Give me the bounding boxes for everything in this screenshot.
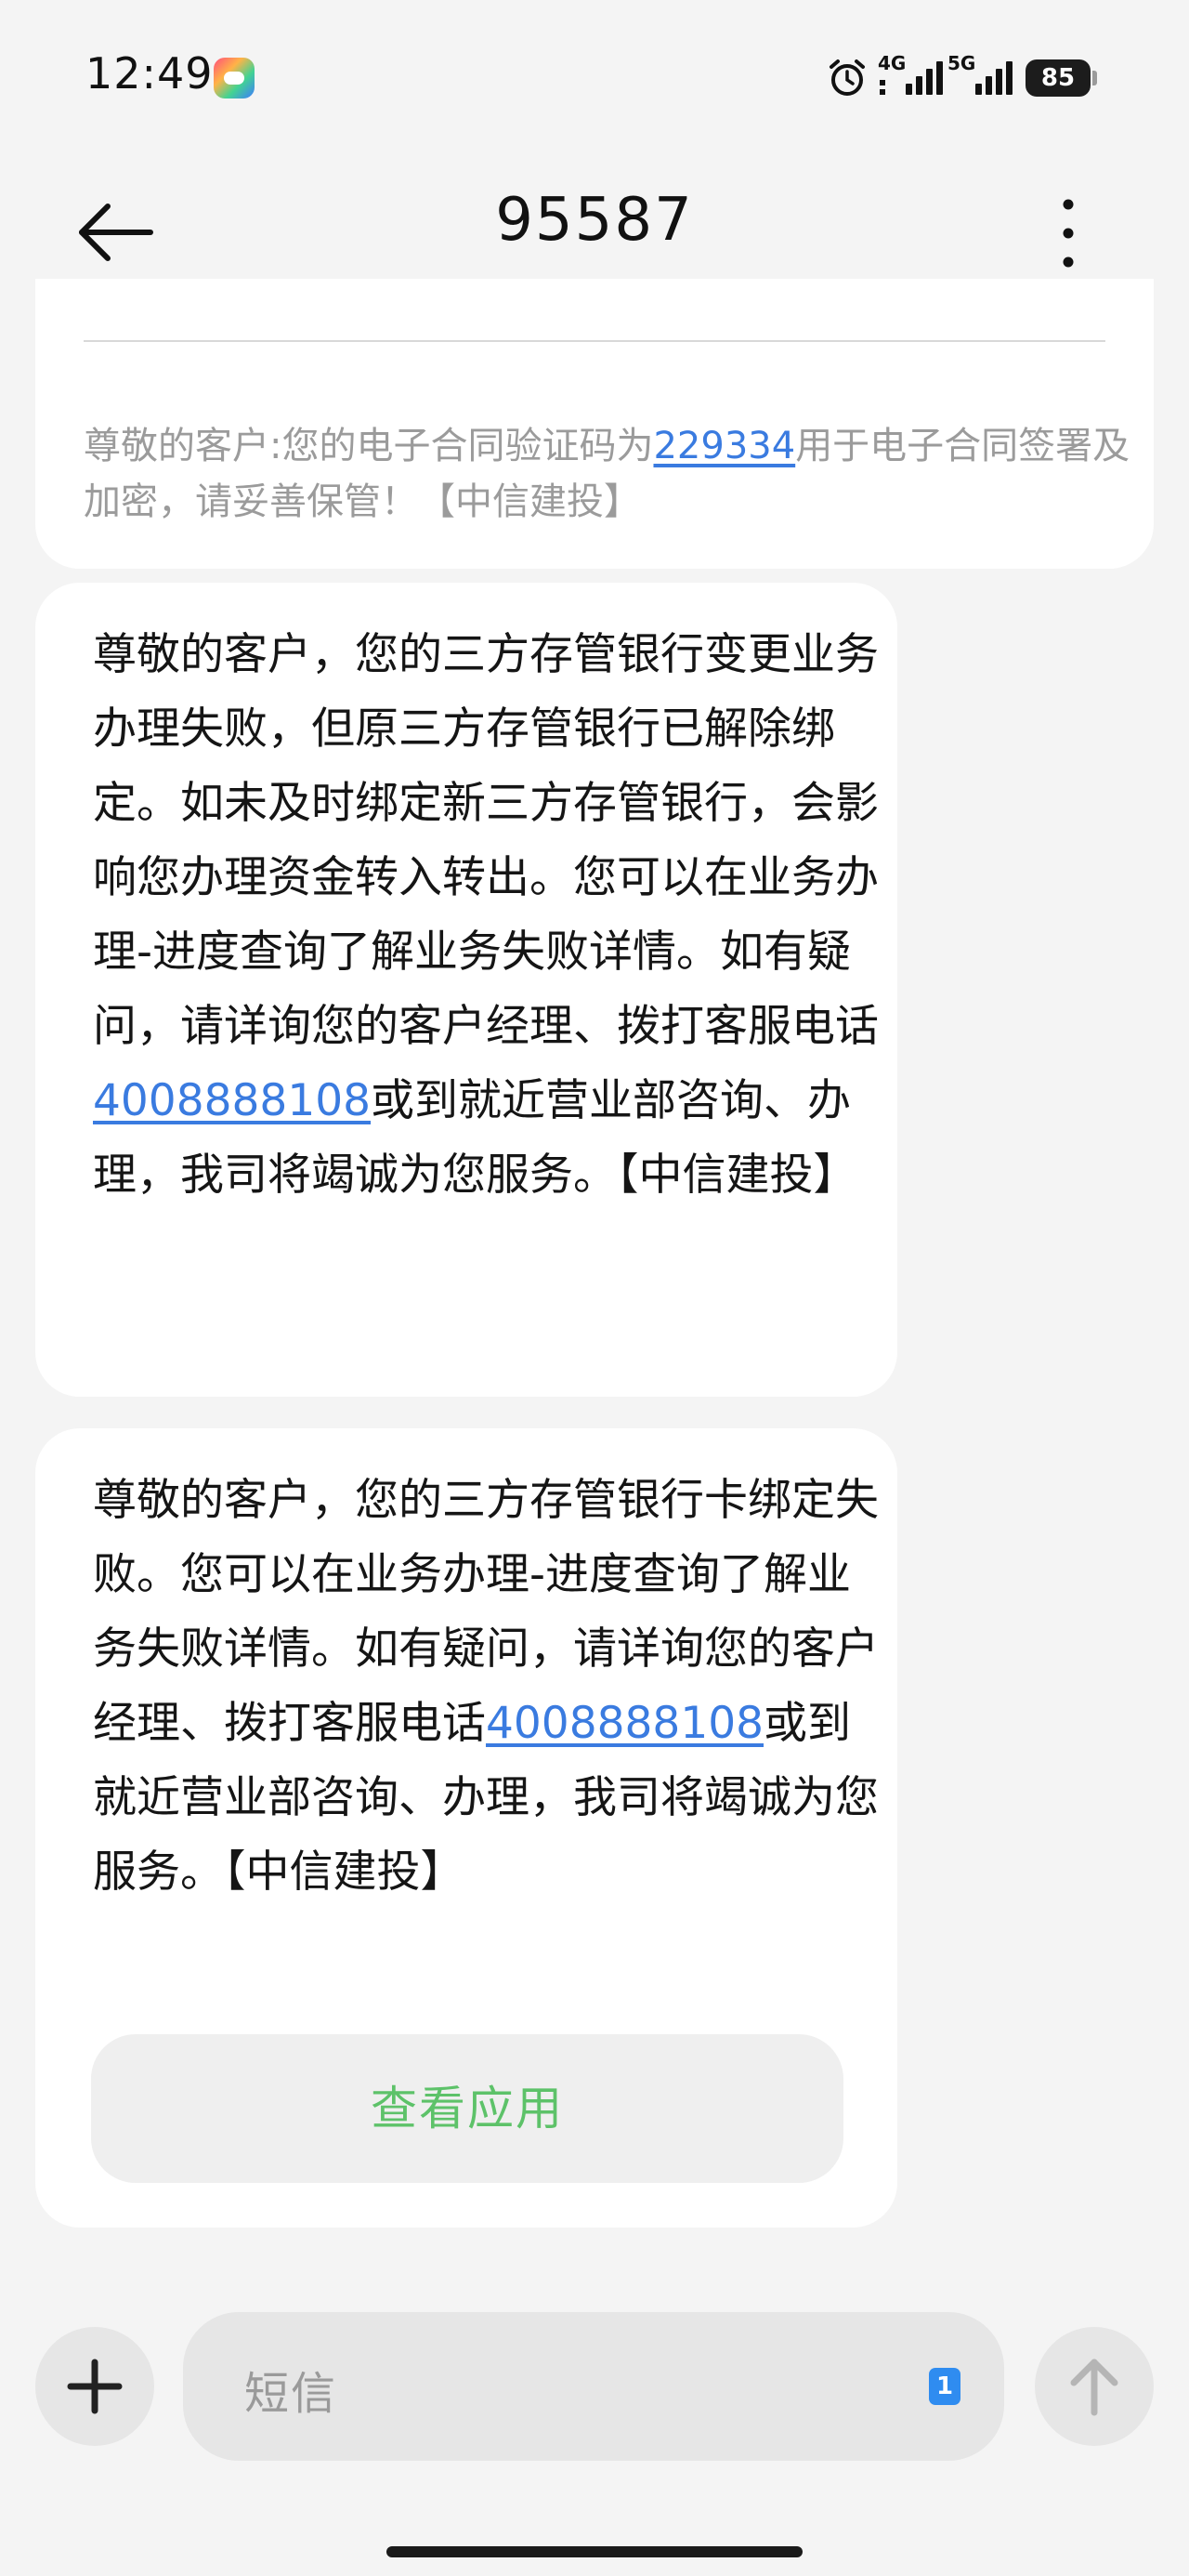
status-bar: 12:49 4G 5G 85	[0, 0, 1189, 158]
plus-icon	[67, 2359, 123, 2414]
view-app-button[interactable]: 查看应用	[91, 2034, 843, 2183]
signal-bars-icon	[975, 61, 1013, 95]
sms-input-placeholder: 短信	[244, 2368, 338, 2420]
message-text-part: 尊敬的客户，您的三方存管银行变更业务办理失败，但原三方存管银行已解除绑定。如未及…	[93, 629, 879, 1052]
alarm-icon	[830, 59, 865, 96]
message-bubble[interactable]: 尊敬的客户，您的三方存管银行变更业务办理失败，但原三方存管银行已解除绑定。如未及…	[35, 583, 897, 1397]
verification-code-link[interactable]: 229334	[653, 425, 795, 467]
message-text: 尊敬的客户，您的三方存管银行卡绑定失败。您可以在业务办理-进度查询了解业务失败详…	[93, 1464, 892, 1910]
signal-bars-icon	[880, 61, 943, 95]
game-app-icon	[214, 58, 255, 99]
divider	[84, 340, 1105, 342]
more-vertical-icon[interactable]	[1050, 191, 1087, 275]
phone-number-link[interactable]: 4008888108	[486, 1698, 764, 1749]
send-button[interactable]	[1035, 2327, 1154, 2446]
arrow-up-icon	[1070, 2359, 1118, 2416]
message-text: 尊敬的客户，您的三方存管银行变更业务办理失败，但原三方存管银行已解除绑定。如未及…	[93, 618, 892, 1213]
page-title: 95587	[495, 186, 694, 255]
phone-number-link[interactable]: 4008888108	[93, 1075, 371, 1126]
signal-5g: 5G	[947, 52, 1013, 99]
add-attachment-button[interactable]	[35, 2327, 154, 2446]
battery-indicator: 85	[1026, 59, 1097, 97]
status-time: 12:49	[85, 48, 214, 99]
home-indicator[interactable]	[386, 2546, 803, 2557]
message-text: 尊敬的客户:您的电子合同验证码为229334用于电子合同签署及加密，请妥善保管！…	[84, 418, 1143, 530]
message-bubble[interactable]: 尊敬的客户:您的电子合同验证码为229334用于电子合同签署及加密，请妥善保管！…	[35, 279, 1154, 569]
signal-4g: 4G	[878, 52, 943, 99]
message-text-part: 尊敬的客户:您的电子合同验证码为	[84, 425, 654, 467]
sms-input[interactable]: 短信 1	[183, 2312, 1004, 2461]
sim-card-badge[interactable]: 1	[929, 2368, 960, 2405]
message-bubble[interactable]: 尊敬的客户，您的三方存管银行卡绑定失败。您可以在业务办理-进度查询了解业务失败详…	[35, 1428, 897, 2228]
